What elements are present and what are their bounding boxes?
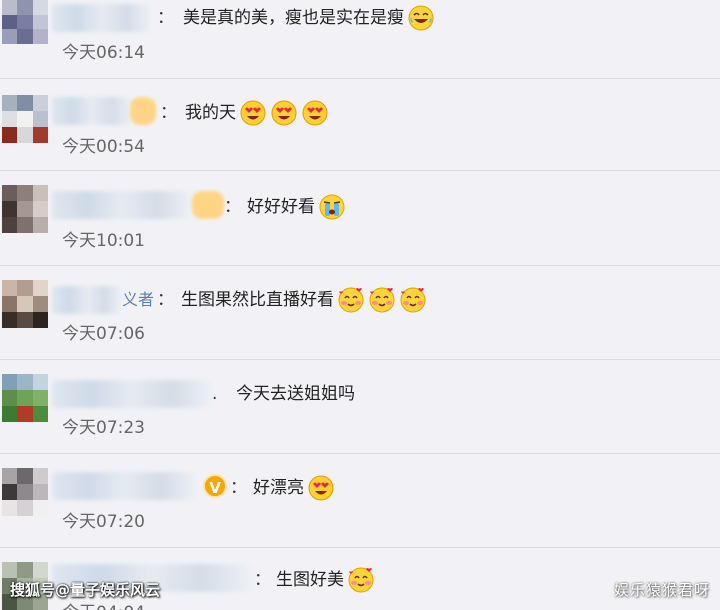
comment-time: 今天10:01 — [62, 231, 145, 251]
comment-time: 今天07:06 — [62, 324, 145, 344]
username-blurred[interactable] — [52, 97, 132, 125]
comment-text: 我的天 — [185, 99, 329, 127]
comment-text: 生图好美 — [276, 566, 375, 594]
divider — [0, 547, 720, 548]
comment-body: 生图果然比直播好看 — [181, 290, 334, 310]
comment-text: 美是真的美，瘦也是实在是瘦 — [183, 4, 435, 32]
divider — [0, 170, 720, 171]
heart-eyes-emoji-icon — [239, 99, 267, 127]
heart-eyes-emoji-icon — [270, 99, 298, 127]
user-badge-blurred — [130, 97, 156, 125]
comment-body: 美是真的美，瘦也是实在是瘦 — [183, 8, 404, 28]
laugh-cry-emoji-icon — [407, 4, 435, 32]
user-badge-blurred — [192, 191, 224, 219]
divider — [0, 265, 720, 266]
username-blurred[interactable] — [52, 286, 122, 314]
avatar[interactable] — [2, 468, 48, 516]
username-blurred[interactable] — [52, 380, 212, 408]
comment-text: 好好好看 — [247, 193, 346, 221]
avatar[interactable] — [2, 95, 48, 143]
separator: ： — [230, 478, 247, 498]
comment-text: 生图果然比直播好看 — [181, 286, 427, 314]
comment-body: 我的天 — [185, 103, 236, 123]
comment-body: 生图好美 — [276, 570, 344, 590]
separator: ： — [254, 570, 271, 590]
comment-text: 好漂亮 — [253, 474, 335, 502]
comment-body: 好好好看 — [247, 197, 315, 217]
separator: ： — [224, 197, 241, 217]
comment-time: 今天07:20 — [62, 512, 145, 532]
heart-eyes-emoji-icon — [301, 99, 329, 127]
avatar[interactable] — [2, 374, 48, 422]
username-blurred[interactable] — [52, 472, 197, 500]
avatar[interactable] — [2, 185, 48, 233]
separator: ： — [160, 103, 177, 123]
comment-time: 今天00:54 — [62, 137, 145, 157]
username-tail[interactable]: 义者 — [122, 286, 154, 314]
verified-badge-icon: V — [203, 474, 227, 498]
comment-body: 好漂亮 — [253, 478, 304, 498]
avatar[interactable] — [2, 0, 48, 44]
heart-eyes-emoji-icon — [307, 474, 335, 502]
separator: . — [212, 384, 218, 404]
watermark-source: 搜狐号@量子娱乐风云 — [10, 581, 161, 599]
avatar[interactable] — [2, 280, 48, 328]
love-face-emoji-icon — [337, 286, 365, 314]
divider — [0, 359, 720, 360]
comment-time: 今天04:04 — [62, 602, 145, 610]
love-face-emoji-icon — [399, 286, 427, 314]
love-face-emoji-icon — [347, 566, 375, 594]
comment-time: 今天06:14 — [62, 43, 145, 63]
username-blurred[interactable] — [52, 4, 152, 32]
love-face-emoji-icon — [368, 286, 396, 314]
separator: ： — [157, 8, 174, 28]
divider — [0, 453, 720, 454]
watermark-author: 娱乐猿猴君呀 — [613, 581, 710, 599]
comment-body: 今天去送姐姐吗 — [236, 384, 355, 404]
comment-text: 今天去送姐姐吗 — [236, 380, 355, 408]
separator: ： — [157, 290, 174, 310]
crying-emoji-icon — [318, 193, 346, 221]
username-blurred[interactable] — [52, 191, 192, 219]
comment-time: 今天07:23 — [62, 418, 145, 438]
divider — [0, 78, 720, 79]
